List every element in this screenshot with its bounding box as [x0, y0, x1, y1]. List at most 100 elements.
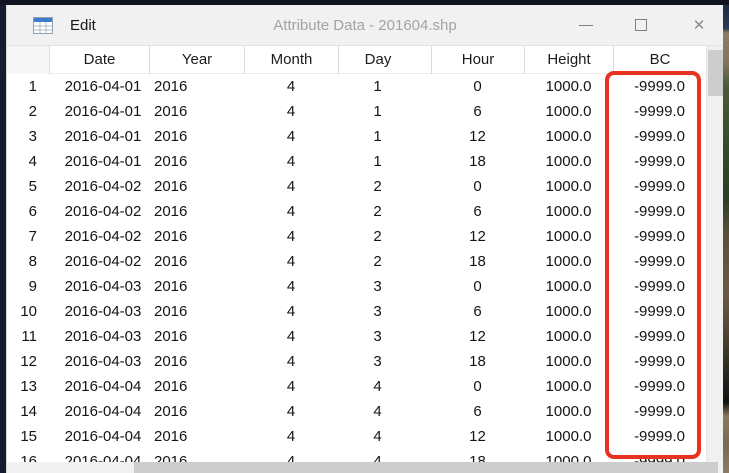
column-header-bc[interactable]: BC: [613, 46, 706, 74]
cell-date[interactable]: 2016-04-04: [49, 399, 149, 424]
cell-height[interactable]: 1000.0: [524, 199, 613, 224]
cell-month[interactable]: 4: [244, 399, 338, 424]
cell-bc[interactable]: -9999.0: [613, 299, 706, 324]
cell-year[interactable]: 2016: [149, 274, 244, 299]
cell-day[interactable]: 4: [338, 374, 431, 399]
cell-height[interactable]: 1000.0: [524, 149, 613, 174]
row-number[interactable]: 8: [7, 249, 49, 274]
column-header-hour[interactable]: Hour: [431, 46, 524, 74]
row-number[interactable]: 5: [7, 174, 49, 199]
table-row[interactable]: 82016-04-02201642181000.0-9999.0: [7, 249, 706, 274]
cell-height[interactable]: 1000.0: [524, 99, 613, 124]
cell-year[interactable]: 2016: [149, 149, 244, 174]
cell-year[interactable]: 2016: [149, 374, 244, 399]
row-number-header[interactable]: [7, 46, 49, 74]
horizontal-scrollbar[interactable]: [7, 462, 723, 473]
cell-hour[interactable]: 18: [431, 149, 524, 174]
cell-bc[interactable]: -9999.0: [613, 149, 706, 174]
cell-height[interactable]: 1000.0: [524, 374, 613, 399]
cell-year[interactable]: 2016: [149, 224, 244, 249]
maximize-button[interactable]: [621, 5, 667, 46]
cell-month[interactable]: 4: [244, 199, 338, 224]
table-row[interactable]: 32016-04-01201641121000.0-9999.0: [7, 124, 706, 149]
cell-date[interactable]: 2016-04-03: [49, 274, 149, 299]
cell-date[interactable]: 2016-04-02: [49, 199, 149, 224]
cell-hour[interactable]: 0: [431, 274, 524, 299]
cell-month[interactable]: 4: [244, 224, 338, 249]
cell-month[interactable]: 4: [244, 324, 338, 349]
cell-month[interactable]: 4: [244, 274, 338, 299]
cell-month[interactable]: 4: [244, 349, 338, 374]
cell-day[interactable]: 1: [338, 149, 431, 174]
cell-date[interactable]: 2016-04-01: [49, 124, 149, 149]
cell-hour[interactable]: 12: [431, 424, 524, 449]
cell-month[interactable]: 4: [244, 299, 338, 324]
vertical-scrollbar-thumb[interactable]: [708, 50, 723, 96]
cell-height[interactable]: 1000.0: [524, 249, 613, 274]
cell-hour[interactable]: 0: [431, 174, 524, 199]
cell-hour[interactable]: 6: [431, 99, 524, 124]
cell-year[interactable]: 2016: [149, 399, 244, 424]
cell-hour[interactable]: 0: [431, 74, 524, 99]
cell-day[interactable]: 2: [338, 249, 431, 274]
row-number[interactable]: 1: [7, 74, 49, 99]
cell-month[interactable]: 4: [244, 99, 338, 124]
cell-hour[interactable]: 6: [431, 199, 524, 224]
cell-month[interactable]: 4: [244, 174, 338, 199]
cell-height[interactable]: 1000.0: [524, 324, 613, 349]
column-header-year[interactable]: Year: [149, 46, 244, 74]
table-row[interactable]: 42016-04-01201641181000.0-9999.0: [7, 149, 706, 174]
cell-month[interactable]: 4: [244, 124, 338, 149]
cell-day[interactable]: 3: [338, 299, 431, 324]
cell-month[interactable]: 4: [244, 149, 338, 174]
cell-year[interactable]: 2016: [149, 349, 244, 374]
table-row[interactable]: 52016-04-0220164201000.0-9999.0: [7, 174, 706, 199]
table-row[interactable]: 112016-04-03201643121000.0-9999.0: [7, 324, 706, 349]
cell-year[interactable]: 2016: [149, 424, 244, 449]
cell-height[interactable]: 1000.0: [524, 124, 613, 149]
cell-bc[interactable]: -9999.0: [613, 424, 706, 449]
close-button[interactable]: ✕: [676, 5, 722, 46]
table-row[interactable]: 62016-04-0220164261000.0-9999.0: [7, 199, 706, 224]
cell-day[interactable]: 3: [338, 274, 431, 299]
cell-date[interactable]: 2016-04-04: [49, 374, 149, 399]
row-number[interactable]: 9: [7, 274, 49, 299]
cell-bc[interactable]: -9999.0: [613, 224, 706, 249]
minimize-button[interactable]: [566, 5, 612, 46]
cell-hour[interactable]: 6: [431, 399, 524, 424]
column-header-date[interactable]: Date: [49, 46, 149, 74]
table-row[interactable]: 152016-04-04201644121000.0-9999.0: [7, 424, 706, 449]
cell-date[interactable]: 2016-04-01: [49, 99, 149, 124]
cell-day[interactable]: 3: [338, 324, 431, 349]
cell-day[interactable]: 4: [338, 424, 431, 449]
cell-day[interactable]: 2: [338, 224, 431, 249]
row-number[interactable]: 10: [7, 299, 49, 324]
table-row[interactable]: 102016-04-0320164361000.0-9999.0: [7, 299, 706, 324]
vertical-scrollbar[interactable]: [706, 46, 723, 462]
cell-height[interactable]: 1000.0: [524, 399, 613, 424]
row-number[interactable]: 13: [7, 374, 49, 399]
cell-bc[interactable]: -9999.0: [613, 274, 706, 299]
cell-date[interactable]: 2016-04-03: [49, 349, 149, 374]
table-row[interactable]: 22016-04-0120164161000.0-9999.0: [7, 99, 706, 124]
title-bar[interactable]: Edit Attribute Data - 201604.shp ✕: [7, 5, 723, 46]
cell-date[interactable]: 2016-04-02: [49, 249, 149, 274]
column-header-month[interactable]: Month: [244, 46, 338, 74]
cell-year[interactable]: 2016: [149, 74, 244, 99]
cell-hour[interactable]: 6: [431, 299, 524, 324]
cell-day[interactable]: 2: [338, 199, 431, 224]
cell-bc[interactable]: -9999.0: [613, 324, 706, 349]
cell-day[interactable]: 3: [338, 349, 431, 374]
column-header-day[interactable]: Day: [338, 46, 431, 74]
cell-hour[interactable]: 18: [431, 249, 524, 274]
cell-height[interactable]: 1000.0: [524, 299, 613, 324]
row-number[interactable]: 2: [7, 99, 49, 124]
row-number[interactable]: 6: [7, 199, 49, 224]
cell-year[interactable]: 2016: [149, 174, 244, 199]
cell-year[interactable]: 2016: [149, 199, 244, 224]
menu-edit[interactable]: Edit: [64, 5, 102, 46]
cell-bc[interactable]: -9999.0: [613, 99, 706, 124]
cell-month[interactable]: 4: [244, 424, 338, 449]
cell-year[interactable]: 2016: [149, 324, 244, 349]
row-number[interactable]: 11: [7, 324, 49, 349]
